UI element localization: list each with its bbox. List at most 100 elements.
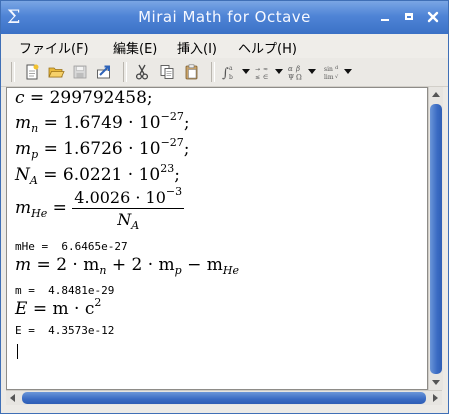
- var-m: m: [15, 113, 32, 133]
- m-term-b: + 2 · m: [106, 255, 175, 275]
- close-button[interactable]: [426, 10, 440, 24]
- copy-icon: [160, 65, 174, 79]
- toolbar-separator: [211, 62, 215, 82]
- horizontal-scrollbar[interactable]: [6, 390, 442, 405]
- vertical-scrollbar[interactable]: [428, 87, 443, 390]
- maximize-icon: [405, 13, 413, 20]
- na-value: 6.0221 · 10: [62, 165, 161, 185]
- chevron-down-icon: [275, 69, 283, 74]
- subscript-p: p: [174, 264, 182, 277]
- toolbar: ∫ a b → ≈ ≤ ∈ α β Ψ Ω sin d lim √: [1, 58, 448, 87]
- greek-menu-icon: α β Ψ Ω: [288, 65, 302, 82]
- fraction: 4.0026 · 10−3 NA: [72, 185, 185, 232]
- minimize-icon: [381, 19, 389, 21]
- svg-text:≤: ≤: [255, 74, 260, 81]
- var-m: m: [15, 139, 32, 159]
- subscript-n: n: [31, 122, 39, 135]
- mn-value: 1.6749 · 10: [63, 113, 161, 133]
- toolbar-separator: [123, 62, 127, 82]
- menu-file[interactable]: ファイル(F): [19, 38, 89, 57]
- output-mhe: mHe = 6.6465e-27: [15, 240, 128, 253]
- toolbar-grip[interactable]: [11, 62, 15, 82]
- menu-insert[interactable]: 挿入(I): [177, 38, 217, 57]
- svg-text:≈: ≈: [263, 66, 268, 73]
- scroll-right-icon[interactable]: [433, 394, 438, 402]
- export-button[interactable]: [95, 63, 113, 81]
- formula-e[interactable]: E = m · c2: [15, 296, 102, 319]
- svg-text:a: a: [229, 65, 233, 72]
- maximize-button[interactable]: [403, 10, 417, 24]
- minimize-button[interactable]: [378, 10, 392, 24]
- formula-m[interactable]: m = 2 · mn + 2 · mp − mHe: [15, 255, 239, 277]
- formula-na[interactable]: NA = 6.0221 · 1023;: [15, 162, 180, 187]
- m-term-a: 2 · m: [56, 255, 100, 275]
- mp-value: 1.6726 · 10: [63, 139, 161, 159]
- formula-c[interactable]: c = 299792458;: [15, 88, 153, 108]
- svg-text:∈: ∈: [263, 74, 268, 81]
- menu-help[interactable]: ヘルプ(H): [238, 38, 297, 57]
- title-bar[interactable]: Σ Mirai Math for Octave: [1, 1, 448, 34]
- save-button[interactable]: [71, 63, 89, 81]
- status-bar: [1, 405, 448, 413]
- mhe-numerator-value: 4.0026 · 10: [74, 188, 166, 207]
- copy-button[interactable]: [158, 63, 176, 81]
- formula-mn[interactable]: mn = 1.6749 · 10−27;: [15, 110, 190, 135]
- vertical-scroll-thumb[interactable]: [430, 104, 442, 374]
- relation-menu-icon: → ≈ ≤ ∈: [255, 66, 268, 81]
- scroll-up-icon[interactable]: [432, 92, 440, 97]
- paste-button[interactable]: [183, 63, 201, 81]
- open-button[interactable]: [47, 63, 65, 81]
- close-icon: [427, 11, 439, 23]
- subscript-he: He: [31, 207, 48, 220]
- fraction-numerator: 4.0026 · 10−3: [72, 185, 185, 209]
- subscript-p: p: [31, 148, 39, 161]
- menu-edit[interactable]: 編集(E): [113, 38, 157, 57]
- c-value: 299792458;: [49, 88, 153, 108]
- subscript-he: He: [222, 264, 239, 277]
- svg-text:sin: sin: [324, 66, 333, 73]
- svg-text:b: b: [229, 74, 233, 81]
- svg-text:→: →: [255, 66, 260, 73]
- var-n: N: [117, 210, 132, 229]
- app-window: Σ Mirai Math for Octave ファイル(F) 編集(E) 挿入…: [0, 0, 449, 414]
- scroll-down-icon[interactable]: [432, 380, 440, 385]
- formula-mp[interactable]: mp = 1.6726 · 10−27;: [15, 136, 190, 161]
- var-e: E: [15, 299, 28, 319]
- svg-text:d: d: [335, 65, 339, 71]
- subscript-a: A: [131, 219, 140, 232]
- output-e: E = 4.3573e-12: [15, 324, 115, 337]
- scroll-left-icon[interactable]: [10, 394, 15, 402]
- save-icon: [73, 65, 87, 79]
- e-exponent: 2: [94, 296, 102, 309]
- var-c: c: [15, 88, 25, 108]
- svg-text:α: α: [288, 65, 293, 73]
- document-editor[interactable]: c = 299792458; mn = 1.6749 · 10−27; mp =…: [6, 87, 428, 390]
- svg-text:Ψ: Ψ: [288, 74, 294, 82]
- mp-exponent: −27: [160, 136, 184, 149]
- svg-text:Ω: Ω: [296, 74, 302, 82]
- subscript-a: A: [29, 174, 38, 187]
- new-document-icon: [26, 64, 39, 80]
- menu-bar: ファイル(F) 編集(E) 挿入(I) ヘルプ(H): [1, 34, 448, 58]
- chevron-down-icon: [308, 69, 316, 74]
- mn-exponent: −27: [160, 110, 184, 123]
- integral-menu-icon: ∫ a b: [222, 65, 233, 81]
- function-menu-icon: sin d lim √: [324, 65, 339, 81]
- svg-text:lim: lim: [324, 74, 334, 81]
- cut-button[interactable]: [133, 63, 151, 81]
- var-m: m: [15, 255, 32, 275]
- new-document-button[interactable]: [23, 63, 41, 81]
- cut-icon: [135, 64, 149, 80]
- export-icon: [97, 65, 110, 79]
- e-rhs: m · c: [52, 299, 95, 319]
- text-cursor: [17, 344, 18, 359]
- horizontal-scroll-thumb[interactable]: [22, 392, 426, 404]
- mhe-numerator-exponent: −3: [165, 185, 183, 198]
- var-m: m: [15, 198, 32, 218]
- m-term-c: − m: [181, 255, 223, 275]
- svg-text:√: √: [335, 74, 339, 80]
- na-exponent: 23: [160, 162, 175, 175]
- formula-mhe[interactable]: mHe = 4.0026 · 10−3 NA: [15, 185, 185, 232]
- chevron-down-icon: [344, 69, 352, 74]
- paste-icon: [185, 64, 198, 80]
